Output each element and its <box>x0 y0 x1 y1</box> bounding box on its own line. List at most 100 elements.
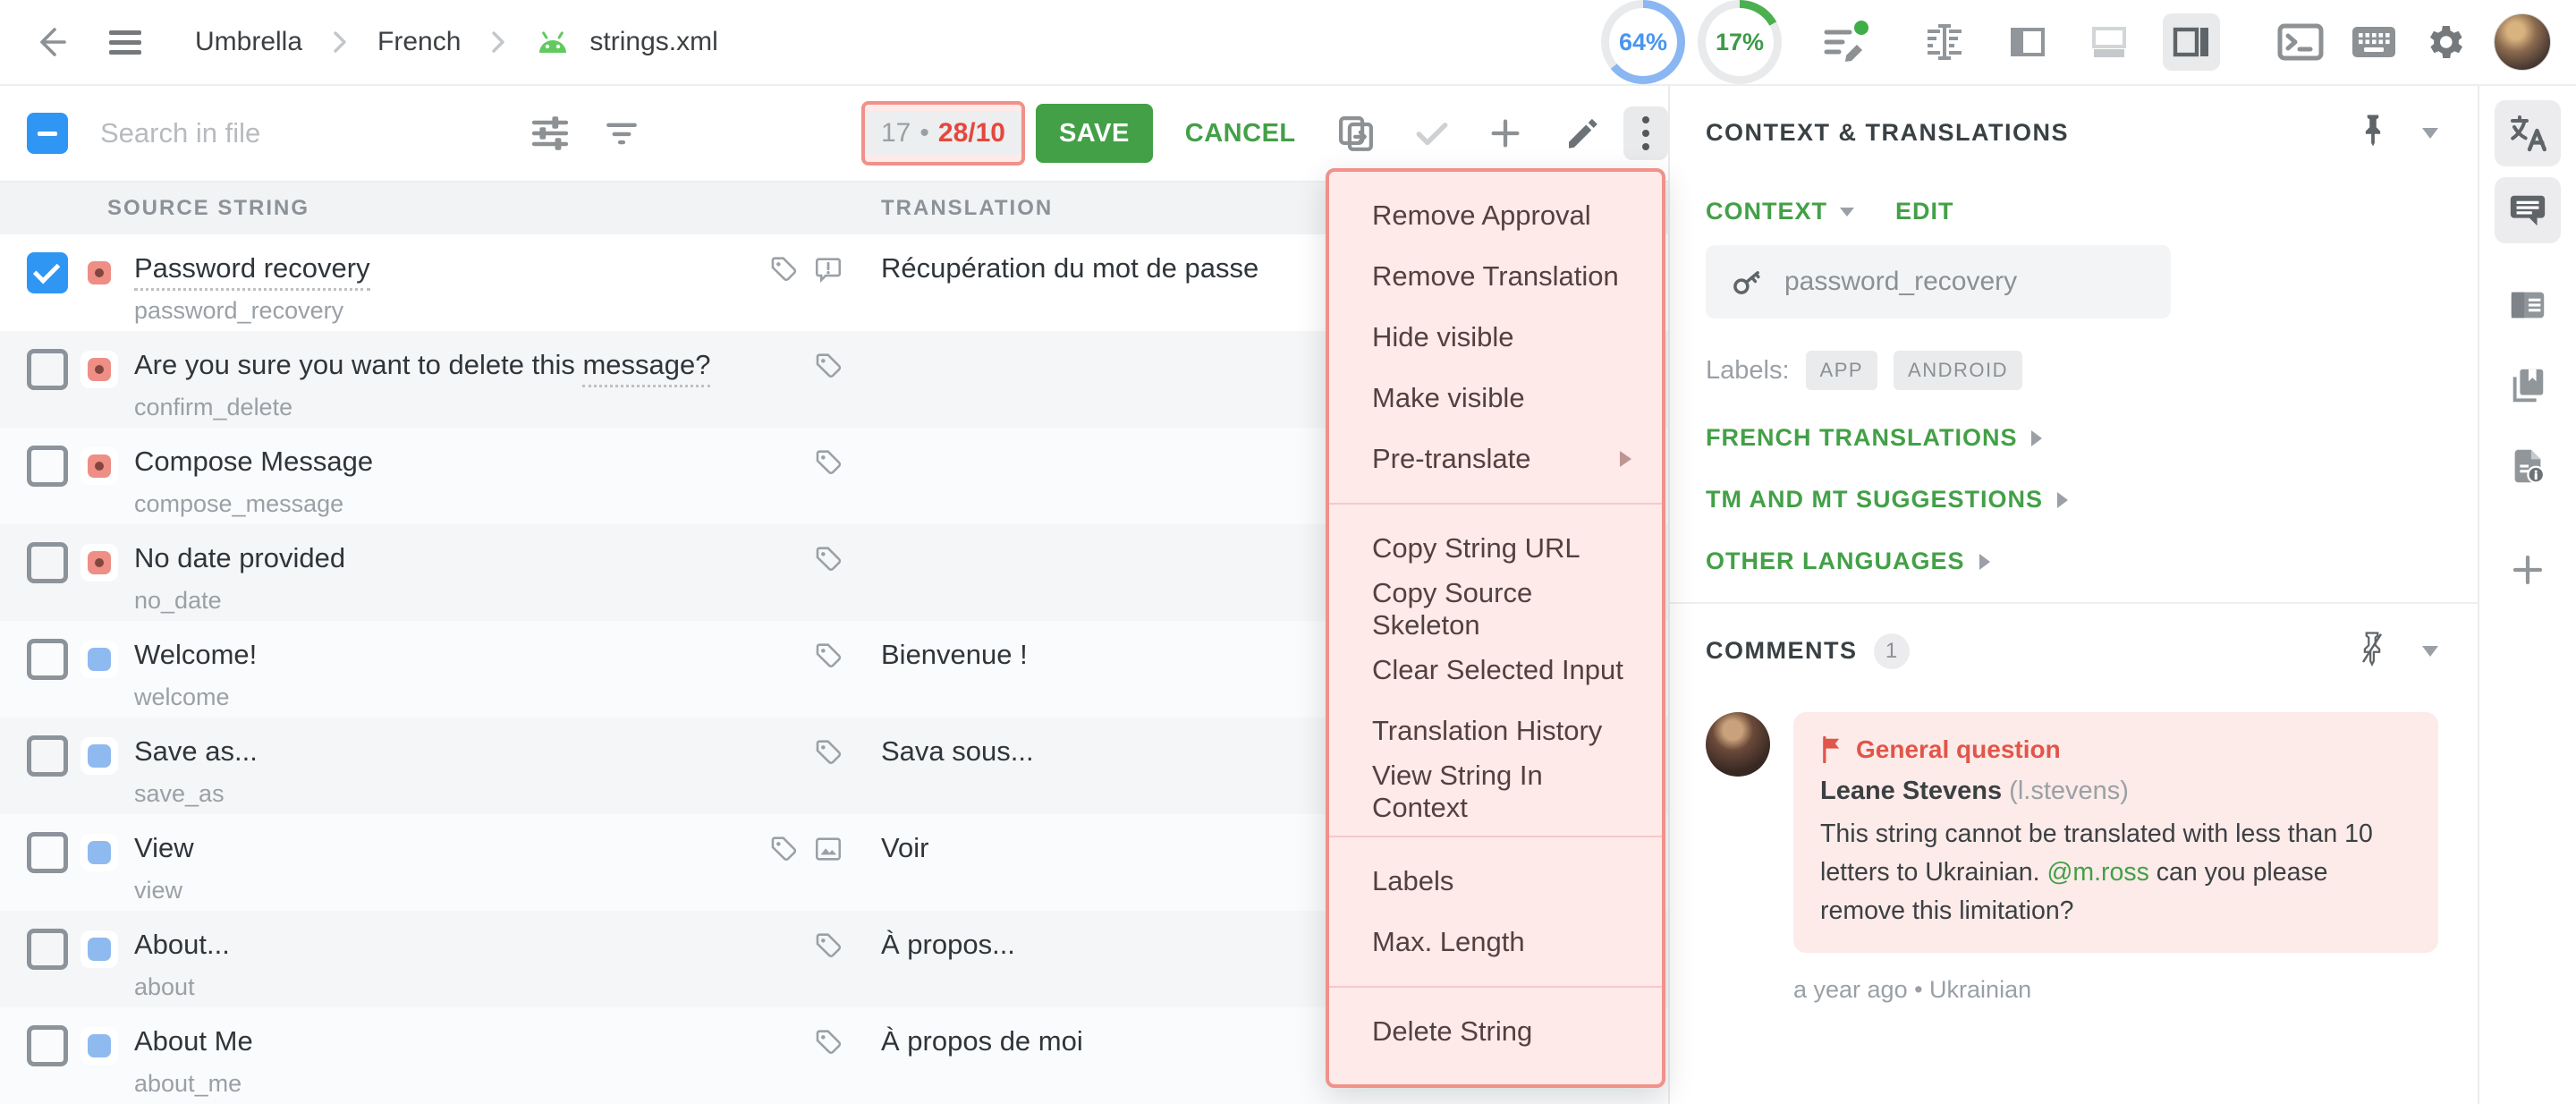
terms-tab-icon[interactable] <box>2495 272 2561 338</box>
topbar-tools <box>2277 13 2551 71</box>
view-left-panel-icon[interactable] <box>1998 13 2055 71</box>
menu-item-translation-history[interactable]: Translation History <box>1329 701 1662 761</box>
menu-hamburger-icon[interactable] <box>107 28 143 56</box>
row-checkbox[interactable] <box>27 832 68 873</box>
panel-collapse-chevron-icon[interactable] <box>2422 128 2438 139</box>
more-options-kebab-icon[interactable] <box>1623 106 1668 160</box>
row-checkbox[interactable] <box>27 446 68 487</box>
tag-icon <box>813 544 843 574</box>
advanced-filter-icon[interactable] <box>529 112 572 155</box>
comment-author-avatar[interactable] <box>1706 712 1770 777</box>
string-key: password_recovery <box>1784 267 2017 297</box>
comments-tab-icon[interactable] <box>2495 177 2561 243</box>
source-cell[interactable]: About...about <box>134 929 733 1001</box>
context-panel: CONTEXT & TRANSLATIONS CONTEXT EDIT pass… <box>1668 86 2478 1104</box>
tag-icon <box>768 834 799 864</box>
back-icon[interactable] <box>30 21 72 63</box>
proofread-notes-icon[interactable] <box>1821 20 1869 64</box>
source-text: Save as... <box>134 735 733 768</box>
search-input[interactable] <box>100 117 457 149</box>
menu-item-make-visible[interactable]: Make visible <box>1329 368 1662 429</box>
status-dot-red <box>80 447 118 485</box>
row-checkbox[interactable] <box>27 542 68 583</box>
row-icons <box>733 737 881 768</box>
view-right-panel-icon[interactable] <box>2163 13 2220 71</box>
file-info-icon[interactable] <box>2495 433 2561 499</box>
menu-item-pre-translate[interactable]: Pre-translate <box>1329 429 1662 489</box>
edit-pencil-icon[interactable] <box>1563 115 1600 152</box>
terminal-icon[interactable] <box>2277 22 2324 62</box>
copy-source-icon[interactable] <box>1335 113 1377 154</box>
menu-item-labels[interactable]: Labels <box>1329 851 1662 912</box>
status-dot-blue <box>80 1027 118 1065</box>
source-cell[interactable]: No date providedno_date <box>134 542 733 615</box>
user-avatar[interactable] <box>2494 13 2551 71</box>
string-key-pill: password_recovery <box>1706 245 2171 318</box>
row-checkbox[interactable] <box>27 1025 68 1066</box>
source-cell[interactable]: Save as...save_as <box>134 735 733 808</box>
breadcrumb-file[interactable]: strings.xml <box>589 27 717 57</box>
string-identifier: about <box>134 973 733 1001</box>
view-side-by-side-icon[interactable] <box>1916 13 1973 71</box>
flag-icon <box>1820 736 1843 763</box>
glossary-book-icon[interactable] <box>2495 352 2561 419</box>
view-horizontal-split-icon[interactable] <box>2080 13 2138 71</box>
section-other-languages[interactable]: OTHER LANGUAGES <box>1706 548 2438 575</box>
labels-row: Labels: APP ANDROID <box>1706 351 2438 390</box>
context-chevron-icon[interactable] <box>1840 208 1854 217</box>
source-cell[interactable]: Password recoverypassword_recovery <box>134 252 733 325</box>
section-label: TM AND MT SUGGESTIONS <box>1706 486 2043 514</box>
section-french-translations[interactable]: FRENCH TRANSLATIONS <box>1706 424 2438 452</box>
add-panel-icon[interactable] <box>2495 537 2561 603</box>
labels-caption: Labels: <box>1706 356 1790 386</box>
row-checkbox[interactable] <box>27 252 68 293</box>
screenshot-icon <box>813 834 843 864</box>
pin-icon[interactable] <box>2360 113 2386 153</box>
approve-check-icon[interactable] <box>1412 114 1452 153</box>
breadcrumb-language[interactable]: French <box>377 27 461 57</box>
settings-gear-icon[interactable] <box>2424 21 2467 64</box>
source-cell[interactable]: About Meabout_me <box>134 1025 733 1098</box>
translations-tab-icon[interactable] <box>2495 100 2561 166</box>
save-button[interactable]: SAVE <box>1036 104 1153 163</box>
source-cell[interactable]: Welcome!welcome <box>134 639 733 711</box>
menu-item-copy-string-url[interactable]: Copy String URL <box>1329 518 1662 579</box>
row-icons <box>733 254 881 284</box>
source-cell[interactable]: Are you sure you want to delete this mes… <box>134 349 733 421</box>
add-string-icon[interactable] <box>1487 115 1523 151</box>
menu-item-max-length[interactable]: Max. Length <box>1329 912 1662 972</box>
edit-context-button[interactable]: EDIT <box>1895 198 1954 225</box>
tag-icon <box>813 351 843 381</box>
menu-item-view-string-in-context[interactable]: View String In Context <box>1329 761 1662 822</box>
row-checkbox[interactable] <box>27 929 68 970</box>
comment-text: This string cannot be translated with le… <box>1820 815 2411 930</box>
menu-item-copy-source-skeleton[interactable]: Copy Source Skeleton <box>1329 579 1662 640</box>
comments-collapse-chevron-icon[interactable] <box>2422 646 2438 657</box>
keyboard-icon[interactable] <box>2351 24 2397 60</box>
status-dot-blue <box>80 737 118 775</box>
menu-item-clear-selected-input[interactable]: Clear Selected Input <box>1329 640 1662 701</box>
filter-icon[interactable] <box>602 114 641 153</box>
progress-approved[interactable]: 17% <box>1698 0 1782 84</box>
comment-author-name[interactable]: Leane Stevens <box>1820 777 2002 805</box>
menu-item-remove-approval[interactable]: Remove Approval <box>1329 185 1662 246</box>
menu-item-hide-visible[interactable]: Hide visible <box>1329 307 1662 368</box>
breadcrumb-project[interactable]: Umbrella <box>195 27 302 57</box>
source-cell[interactable]: Viewview <box>134 832 733 904</box>
cancel-button[interactable]: CANCEL <box>1185 119 1296 149</box>
progress-translated[interactable]: 64% <box>1601 0 1685 84</box>
row-checkbox[interactable] <box>27 735 68 777</box>
row-checkbox[interactable] <box>27 639 68 680</box>
select-all-checkbox[interactable] <box>27 113 68 154</box>
row-checkbox[interactable] <box>27 349 68 390</box>
unpin-icon[interactable] <box>2358 631 2386 671</box>
string-context-menu: Remove ApprovalRemove TranslationHide vi… <box>1326 168 1665 1088</box>
section-tm-mt-suggestions[interactable]: TM AND MT SUGGESTIONS <box>1706 486 2438 514</box>
context-dropdown[interactable]: CONTEXT <box>1706 198 1827 225</box>
mention-link[interactable]: @m.ross <box>2046 858 2148 887</box>
source-cell[interactable]: Compose Messagecompose_message <box>134 446 733 518</box>
label-badge[interactable]: APP <box>1806 351 1878 390</box>
menu-item-remove-translation[interactable]: Remove Translation <box>1329 246 1662 307</box>
menu-item-delete-string[interactable]: Delete String <box>1329 1001 1662 1062</box>
label-badge[interactable]: ANDROID <box>1894 351 2022 390</box>
